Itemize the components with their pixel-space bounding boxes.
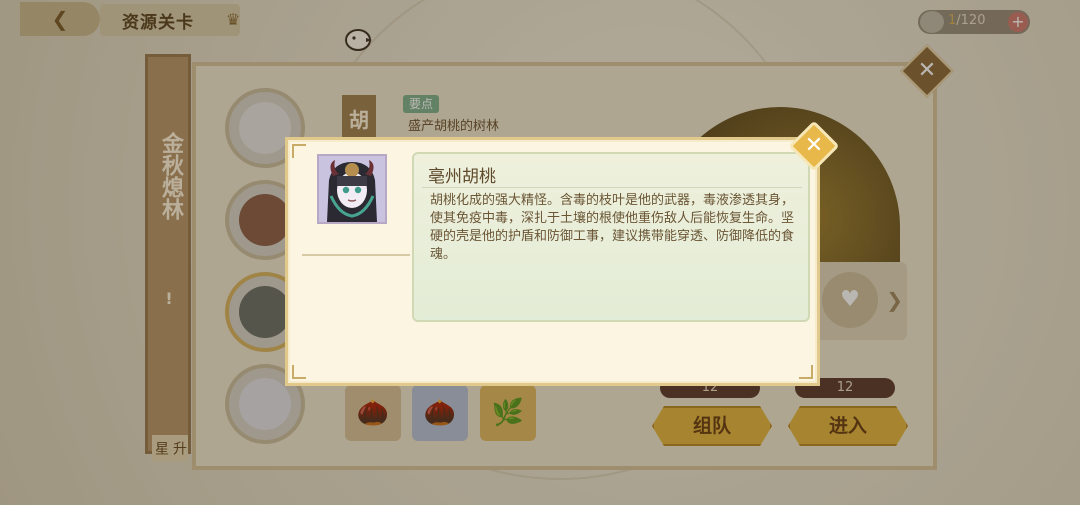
- close-icon: ✕: [804, 133, 824, 158]
- enemy-name: 亳州胡桃: [428, 167, 496, 187]
- enemy-portrait: [317, 154, 387, 224]
- enemy-description: 胡桃化成的强大精怪。含毒的枝叶是他的武器，毒液渗透其身，使其免疫中毒，深扎于土壤…: [430, 193, 795, 262]
- description-box: 亳州胡桃 胡桃化成的强大精怪。含毒的枝叶是他的武器，毒液渗透其身，使其免疫中毒，…: [412, 152, 810, 322]
- corner-ornament: [292, 365, 306, 379]
- enemy-info-dialog: 亳州胡桃 胡桃化成的强大精怪。含毒的枝叶是他的武器，毒液渗透其身，使其免疫中毒，…: [285, 137, 820, 386]
- divider: [302, 254, 410, 256]
- corner-ornament: [292, 144, 306, 158]
- corner-ornament: [799, 365, 813, 379]
- title-divider: [422, 187, 802, 188]
